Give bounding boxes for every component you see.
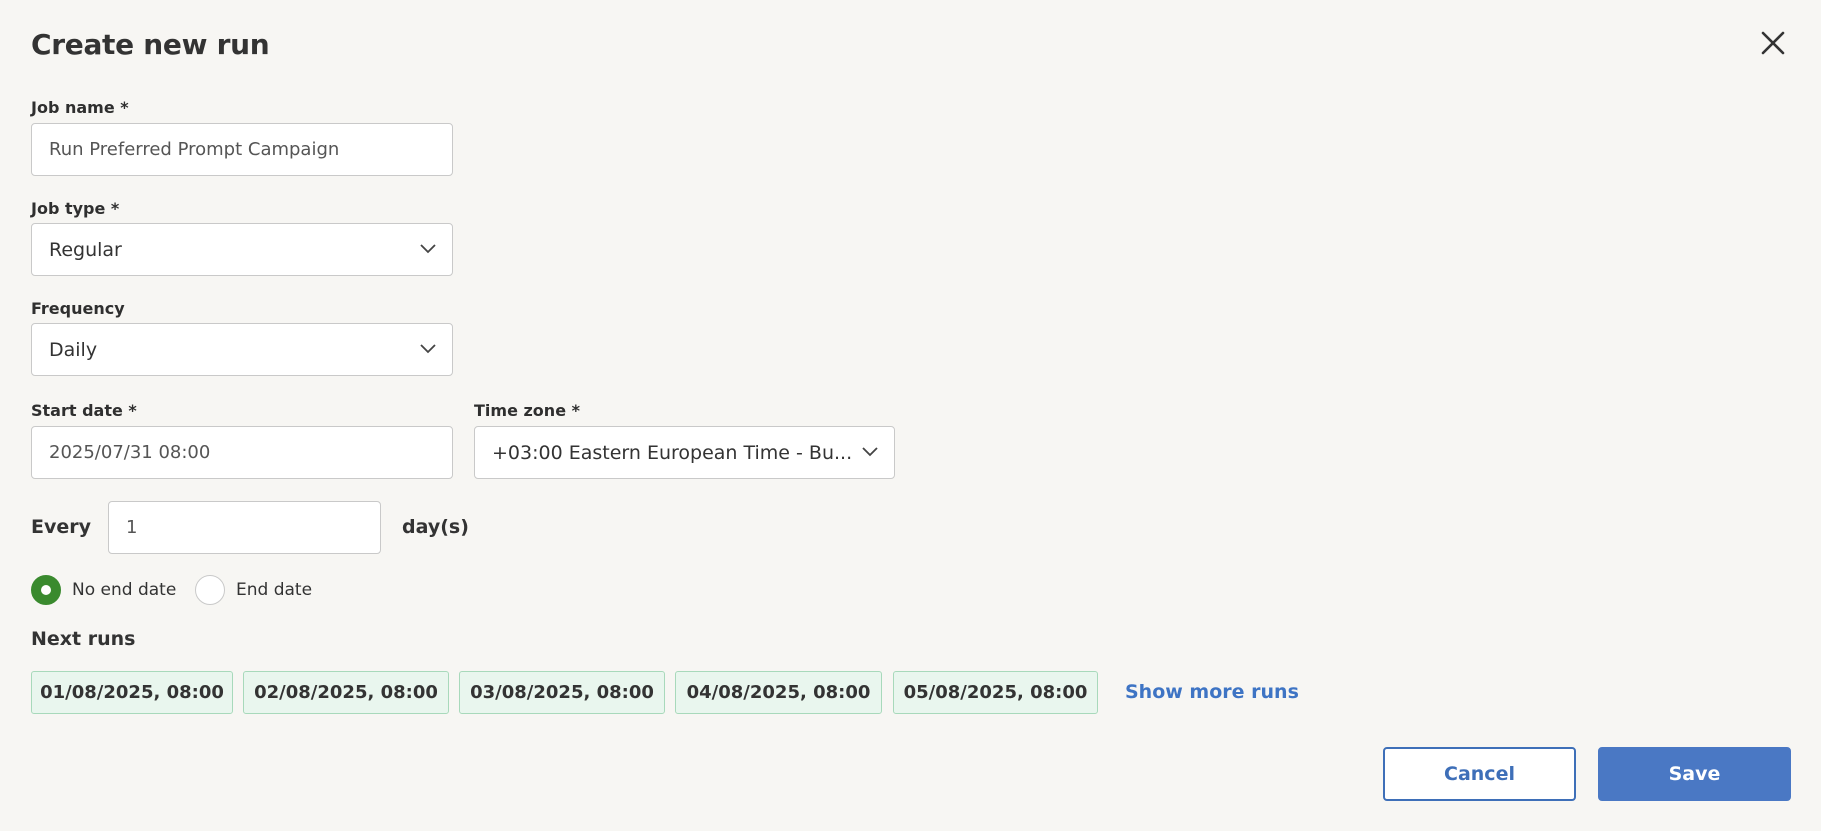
cancel-button[interactable]: Cancel [1383,747,1576,801]
end-date-radio[interactable] [195,575,225,605]
next-run-chip: 04/08/2025, 08:00 [675,671,882,714]
job-name-input[interactable]: Run Preferred Prompt Campaign [31,123,453,176]
chevron-down-icon [862,447,878,457]
frequency-value: Daily [49,338,98,361]
next-runs-title: Next runs [31,628,136,650]
next-run-chip: 05/08/2025, 08:00 [893,671,1098,714]
job-type-select[interactable]: Regular [31,223,453,276]
chevron-down-icon [420,344,436,354]
next-run-chip: 03/08/2025, 08:00 [459,671,665,714]
time-zone-label: Time zone * [474,401,580,420]
start-date-value: 2025/07/31 08:00 [49,442,211,463]
time-zone-select[interactable]: +03:00 Eastern European Time - Bu... [474,426,895,479]
end-date-label[interactable]: End date [236,580,312,600]
dialog-title: Create new run [31,28,270,61]
job-type-value: Regular [49,238,122,261]
no-end-date-label[interactable]: No end date [72,580,176,600]
every-interval-input[interactable]: 1 [108,501,381,554]
start-date-input[interactable]: 2025/07/31 08:00 [31,426,453,479]
next-run-chip: 01/08/2025, 08:00 [31,671,233,714]
job-type-label: Job type * [31,199,120,218]
start-date-label: Start date * [31,401,137,420]
job-name-label: Job name * [31,98,129,117]
every-label: Every [31,516,92,538]
every-interval-value: 1 [126,517,138,538]
close-icon [1761,31,1785,55]
frequency-label: Frequency [31,299,125,318]
close-button[interactable] [1760,30,1786,56]
save-button[interactable]: Save [1598,747,1791,801]
no-end-date-radio[interactable] [31,575,61,605]
frequency-select[interactable]: Daily [31,323,453,376]
every-unit-label: day(s) [402,516,469,538]
show-more-runs-link[interactable]: Show more runs [1125,681,1299,703]
chevron-down-icon [420,244,436,254]
time-zone-value: +03:00 Eastern European Time - Bu... [492,441,853,464]
next-run-chip: 02/08/2025, 08:00 [243,671,449,714]
job-name-value: Run Preferred Prompt Campaign [49,139,340,160]
